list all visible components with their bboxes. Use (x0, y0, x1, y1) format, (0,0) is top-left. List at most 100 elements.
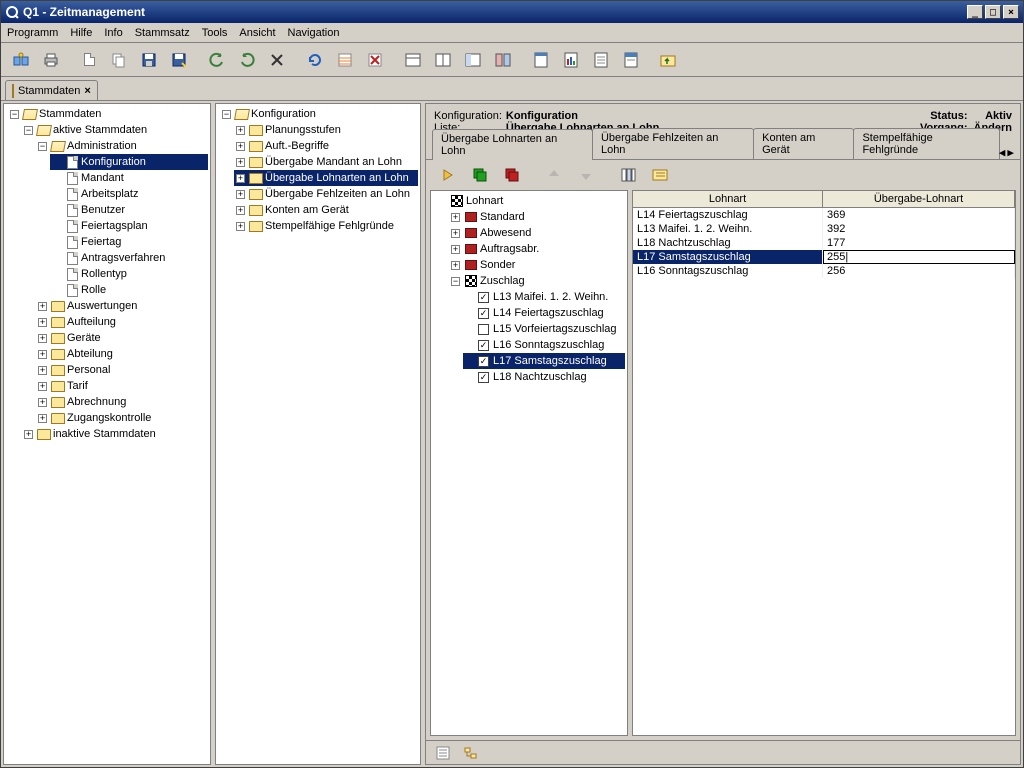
menu-hilfe[interactable]: Hilfe (70, 27, 92, 39)
tree-folder[interactable]: Aufteilung (67, 314, 116, 330)
zuschlag-item[interactable]: L18 Nachtzuschlag (493, 369, 587, 385)
toolbar-view3-icon[interactable] (459, 46, 487, 74)
zuschlag-item[interactable]: L13 Maifei. 1. 2. Weihn. (493, 289, 608, 305)
checkbox-icon[interactable] (478, 324, 489, 335)
config-item[interactable]: Übergabe Lohnarten an Lohn (265, 170, 409, 186)
document-tab-close-icon[interactable]: × (84, 85, 90, 97)
minimize-button[interactable]: _ (967, 5, 983, 19)
checkbox-icon[interactable]: ✓ (478, 308, 489, 319)
tree-inaktive[interactable]: inaktive Stammdaten (53, 426, 156, 442)
tab-fehlzeiten[interactable]: Übergabe Fehlzeiten an Lohn (592, 128, 754, 159)
toolbar-new-icon[interactable] (75, 46, 103, 74)
grid-cell-uebergabe[interactable]: 369 (823, 208, 1015, 222)
config-item[interactable]: Stempelfähige Fehlgründe (265, 218, 394, 234)
tree-folder[interactable]: Zugangskontrolle (67, 410, 151, 426)
toolbar-remove-icon[interactable] (361, 46, 389, 74)
admin-item[interactable]: Antragsverfahren (81, 250, 165, 266)
grid-col-lohnart[interactable]: Lohnart (633, 191, 823, 207)
zuschlag-item[interactable]: L14 Feiertagszuschlag (493, 305, 604, 321)
toolbar-undo-icon[interactable] (203, 46, 231, 74)
config-tree[interactable]: −Konfiguration +Planungsstufen+Auft.-Beg… (216, 104, 420, 764)
lohn-group[interactable]: Abwesend (480, 225, 531, 241)
cfg-up-icon[interactable] (540, 161, 568, 189)
toolbar-view4-icon[interactable] (489, 46, 517, 74)
lohn-group[interactable]: Auftragsabr. (480, 241, 539, 257)
admin-item[interactable]: Rolle (81, 282, 106, 298)
toolbar-report2-icon[interactable] (557, 46, 585, 74)
config-item[interactable]: Übergabe Mandant an Lohn (265, 154, 402, 170)
grid-cell-lohnart[interactable]: L18 Nachtzuschlag (633, 236, 823, 250)
lohnart-root[interactable]: Lohnart (466, 193, 503, 209)
toolbar-view1-icon[interactable] (399, 46, 427, 74)
toolbar-delete-icon[interactable] (263, 46, 291, 74)
toolbar-save-icon[interactable] (135, 46, 163, 74)
config-root[interactable]: Konfiguration (251, 106, 316, 122)
lohn-group[interactable]: Sonder (480, 257, 515, 273)
lohn-zuschlag[interactable]: Zuschlag (480, 273, 525, 289)
toolbar-print-icon[interactable] (37, 46, 65, 74)
menu-tools[interactable]: Tools (202, 27, 228, 39)
config-item[interactable]: Konten am Gerät (265, 202, 349, 218)
tree-folder[interactable]: Auswertungen (67, 298, 137, 314)
admin-item[interactable]: Arbeitsplatz (81, 186, 138, 202)
tab-konten[interactable]: Konten am Gerät (753, 128, 854, 159)
close-button[interactable]: × (1003, 5, 1019, 19)
tree-root[interactable]: Stammdaten (39, 106, 101, 122)
toolbar-refresh-icon[interactable] (301, 46, 329, 74)
footer-tab-list-icon[interactable] (432, 743, 454, 763)
zuschlag-item[interactable]: L17 Samstagszuschlag (493, 353, 607, 369)
cfg-arrow-right-icon[interactable] (434, 161, 462, 189)
grid-cell-lohnart[interactable]: L13 Maifei. 1. 2. Weihn. (633, 222, 823, 236)
zuschlag-item[interactable]: L16 Sonntagszuschlag (493, 337, 604, 353)
tree-admin[interactable]: Administration (67, 138, 137, 154)
menu-ansicht[interactable]: Ansicht (239, 27, 275, 39)
tree-folder[interactable]: Abteilung (67, 346, 113, 362)
toolbar-report3-icon[interactable] (587, 46, 615, 74)
toolbar-view2-icon[interactable] (429, 46, 457, 74)
toolbar-folder-up-icon[interactable] (655, 46, 683, 74)
grid-cell-lohnart[interactable]: L16 Sonntagszuschlag (633, 264, 823, 278)
toolbar-list-icon[interactable] (331, 46, 359, 74)
config-item[interactable]: Planungsstufen (265, 122, 341, 138)
grid-cell-uebergabe[interactable]: 255| (823, 250, 1015, 264)
config-item[interactable]: Übergabe Fehlzeiten an Lohn (265, 186, 410, 202)
grid-body[interactable]: L14 Feiertagszuschlag369L13 Maifei. 1. 2… (633, 208, 1015, 278)
toolbar-btn-1[interactable] (7, 46, 35, 74)
grid-cell-uebergabe[interactable]: 392 (823, 222, 1015, 236)
tree-folder[interactable]: Tarif (67, 378, 88, 394)
checkbox-icon[interactable]: ✓ (478, 356, 489, 367)
admin-item[interactable]: Feiertag (81, 234, 121, 250)
grid-cell-lohnart[interactable]: L17 Samstagszuschlag (633, 250, 823, 264)
menu-info[interactable]: Info (104, 27, 122, 39)
checkbox-icon[interactable]: ✓ (478, 292, 489, 303)
admin-item[interactable]: Feiertagsplan (81, 218, 148, 234)
grid-cell-lohnart[interactable]: L14 Feiertagszuschlag (633, 208, 823, 222)
cfg-columns-icon[interactable] (614, 161, 642, 189)
toolbar-report4-icon[interactable] (617, 46, 645, 74)
cfg-stack-red-icon[interactable] (498, 161, 526, 189)
admin-item[interactable]: Benutzer (81, 202, 125, 218)
lohnart-tree[interactable]: .Lohnart +Standard+Abwesend+Auftragsabr.… (431, 191, 627, 735)
cfg-down-icon[interactable] (572, 161, 600, 189)
tab-scroll-right-icon[interactable]: ▶ (1007, 146, 1014, 159)
admin-item[interactable]: Rollentyp (81, 266, 127, 282)
zuschlag-item[interactable]: L15 Vorfeiertagszuschlag (493, 321, 617, 337)
maximize-button[interactable]: □ (985, 5, 1001, 19)
cfg-tree-icon[interactable] (646, 161, 674, 189)
checkbox-icon[interactable]: ✓ (478, 372, 489, 383)
footer-tab-tree-icon[interactable] (460, 743, 482, 763)
tab-scroll-left-icon[interactable]: ◀ (999, 146, 1006, 159)
menu-programm[interactable]: Programm (7, 27, 58, 39)
tree-folder[interactable]: Personal (67, 362, 110, 378)
grid-cell-uebergabe[interactable]: 256 (823, 264, 1015, 278)
tab-lohnarten[interactable]: Übergabe Lohnarten an Lohn (432, 129, 593, 160)
tree-folder[interactable]: Geräte (67, 330, 101, 346)
checkbox-icon[interactable]: ✓ (478, 340, 489, 351)
menu-navigation[interactable]: Navigation (288, 27, 340, 39)
menu-stammsatz[interactable]: Stammsatz (135, 27, 190, 39)
toolbar-report1-icon[interactable] (527, 46, 555, 74)
cfg-stack-green-icon[interactable] (466, 161, 494, 189)
tree-folder[interactable]: Abrechnung (67, 394, 126, 410)
toolbar-saveas-icon[interactable] (165, 46, 193, 74)
toolbar-redo-icon[interactable] (233, 46, 261, 74)
